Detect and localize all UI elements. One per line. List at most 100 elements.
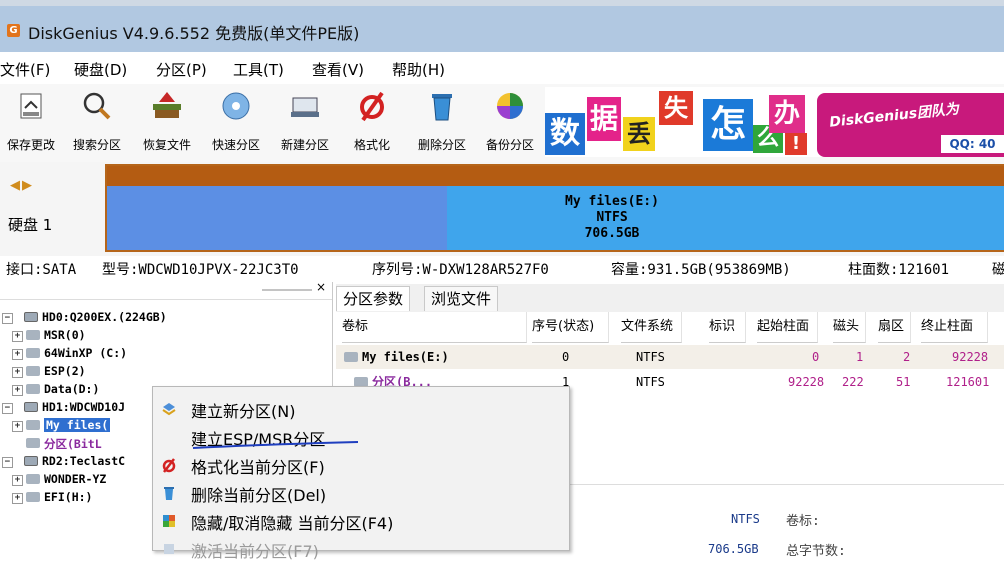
menu-item-label: 格式化当前分区(F) (191, 458, 325, 477)
expand-icon[interactable]: + (12, 493, 23, 504)
tree-label: RD2:TeclastC (42, 454, 126, 468)
cell-label: My files(E:) (362, 350, 449, 364)
disk-nav-arrows-icon[interactable]: ◀▶ (10, 178, 34, 193)
tree-label: HD0:Q200EX.(224GB) (42, 310, 167, 324)
expand-icon[interactable]: + (12, 367, 23, 378)
banner-char: 丢 (623, 117, 655, 151)
promo-banner[interactable]: 数 据 丢 失 怎 么 办 ! DiskGenius团队为 QQ: 40 (545, 87, 1004, 157)
splitter-grip-icon[interactable] (262, 287, 312, 293)
detail-fs: NTFS (731, 512, 760, 526)
menu-item-label: 隐藏/取消隐藏 当前分区(F4) (191, 514, 394, 533)
menu-item-format[interactable]: 格式化当前分区(F) (153, 451, 569, 479)
disk-capacity: 容量:931.5GB(953869MB) (611, 262, 791, 278)
trash-icon (432, 94, 452, 121)
toolbar-label: 备份分区 (485, 138, 534, 152)
cell-end: 92228 (952, 350, 989, 364)
hard-disk-icon (24, 402, 38, 412)
window-title: DiskGenius V4.9.6.552 免费版(单文件PE版) (28, 24, 360, 43)
hard-disk-icon (24, 312, 38, 322)
column-header[interactable]: 文件系统 (621, 312, 682, 343)
partition-block-left[interactable] (107, 186, 447, 250)
recover-files-button[interactable]: 恢复文件 (133, 84, 201, 156)
banner-char: ! (785, 133, 807, 155)
column-header[interactable]: 序号(状态) (532, 312, 609, 343)
menu-disk[interactable]: 硬盘(D) (74, 59, 127, 80)
banner-char: 办 (769, 95, 805, 133)
disk-cylinders: 柱面数:121601 (848, 262, 950, 278)
format-icon (162, 458, 176, 473)
banner-qq: QQ: 40 (941, 135, 1004, 153)
menu-item-label: 删除当前分区(Del) (191, 486, 327, 505)
expand-icon[interactable]: + (12, 385, 23, 396)
new-partition-icon (291, 97, 319, 117)
partition-icon (26, 330, 40, 340)
format-button[interactable]: 格式化 (346, 84, 398, 156)
toolbar-label: 保存更改 (6, 138, 55, 152)
search-partition-button[interactable]: 搜索分区 (66, 84, 128, 156)
menu-item-hide-unhide[interactable]: 隐藏/取消隐藏 当前分区(F4) (153, 507, 569, 535)
annotation-underline (192, 441, 359, 449)
toolbar-label: 搜索分区 (72, 138, 121, 152)
detail-label-caption: 卷标: (786, 514, 820, 529)
collapse-icon[interactable]: − (2, 313, 13, 324)
menu-file[interactable]: 文件(F) (0, 59, 50, 80)
tree-partition[interactable]: + 64WinXP (C:) (0, 345, 332, 363)
banner-char: 失 (659, 91, 693, 125)
partition-icon (344, 352, 358, 362)
column-header[interactable]: 标识 (709, 312, 746, 343)
cell-sector: 51 (896, 375, 911, 389)
menu-item-new-partition[interactable]: 建立新分区(N) (153, 395, 569, 423)
partition-icon (26, 438, 40, 448)
cell-index: 0 (562, 350, 570, 364)
column-header[interactable]: 终止柱面 (921, 312, 988, 343)
tab-partition-params[interactable]: 分区参数 (336, 286, 411, 311)
table-row[interactable]: My files(E:) 0 NTFS 0 1 2 92228 (336, 345, 1004, 369)
partition-icon (26, 492, 40, 502)
tree-partition[interactable]: + MSR(0) (0, 327, 332, 345)
tree-disk-hd0[interactable]: − HD0:Q200EX.(224GB) (0, 309, 332, 327)
cell-fs: NTFS (636, 350, 665, 364)
expand-icon[interactable]: + (12, 331, 23, 342)
tree-label: 分区(BitL (44, 437, 102, 451)
hard-disk-icon (24, 456, 38, 466)
expand-icon[interactable]: + (12, 475, 23, 486)
column-header[interactable]: 磁头 (833, 312, 866, 343)
column-header[interactable]: 起始柱面 (757, 312, 818, 343)
disk-model: 型号:WDCWD10JPVX-22JC3T0 (102, 262, 299, 278)
menu-partition[interactable]: 分区(P) (156, 59, 207, 80)
delete-icon (164, 487, 174, 500)
delete-partition-button[interactable]: 删除分区 (410, 84, 474, 156)
expand-icon[interactable]: + (12, 349, 23, 360)
detail-size: 706.5GB (708, 542, 759, 556)
partition-map-fs: NTFS (596, 210, 628, 225)
menu-view[interactable]: 查看(V) (312, 59, 364, 80)
banner-char: 据 (587, 97, 621, 141)
tree-partition[interactable]: + ESP(2) (0, 363, 332, 381)
partition-map-size: 706.5GB (584, 226, 640, 241)
banner-char: 怎 (703, 99, 753, 151)
collapse-icon[interactable]: − (2, 403, 13, 414)
column-header[interactable]: 卷标 (342, 312, 527, 343)
collapse-icon[interactable]: − (2, 457, 13, 468)
new-partition-button[interactable]: 新建分区 (272, 84, 338, 156)
partition-map-name: My files(E:) (565, 194, 659, 209)
close-icon[interactable]: × (316, 280, 326, 294)
disk-label: 硬盘 1 (8, 216, 53, 234)
menu-item-label: 激活当前分区(F7) (191, 542, 319, 561)
tab-browse-files[interactable]: 浏览文件 (424, 286, 499, 311)
save-changes-button[interactable]: 保存更改 (0, 84, 62, 156)
backup-partition-button[interactable]: 备份分区 (478, 84, 542, 156)
menu-help[interactable]: 帮助(H) (392, 59, 445, 80)
detail-total-bytes: 总字节数: (786, 544, 846, 559)
menu-item-delete[interactable]: 删除当前分区(Del) (153, 479, 569, 507)
quick-partition-button[interactable]: 快速分区 (204, 84, 268, 156)
disk-info-more: 磁 (992, 262, 1004, 278)
app-logo-icon: G (7, 24, 20, 37)
menu-item-activate[interactable]: 激活当前分区(F7) (153, 535, 569, 563)
toolbar-label: 格式化 (353, 138, 390, 152)
column-header[interactable]: 扇区 (878, 312, 911, 343)
menu-tools[interactable]: 工具(T) (233, 59, 284, 80)
expand-icon[interactable]: + (12, 421, 23, 432)
cell-sector: 2 (903, 350, 911, 364)
toolbar-label: 新建分区 (280, 138, 329, 152)
